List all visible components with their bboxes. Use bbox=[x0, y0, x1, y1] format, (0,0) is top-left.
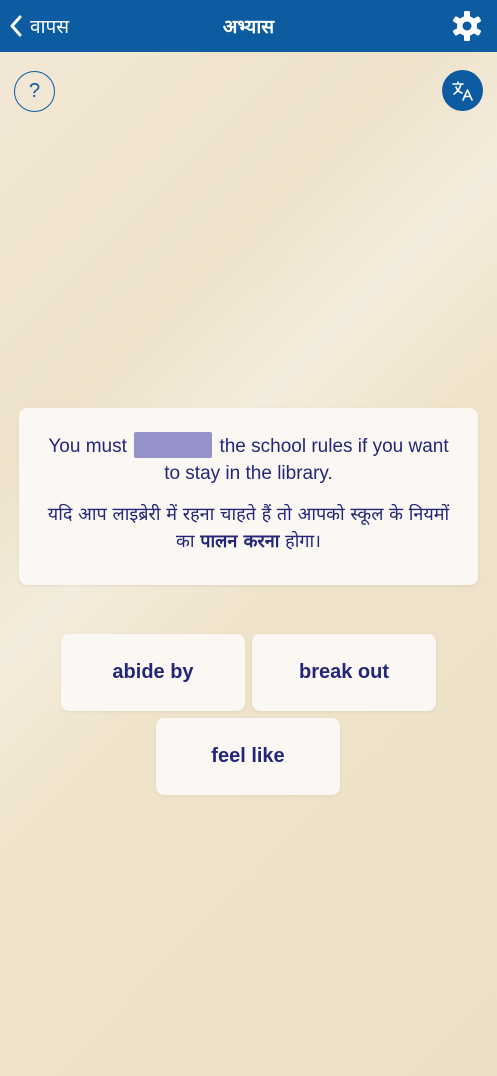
gear-icon[interactable] bbox=[451, 10, 483, 42]
top-bar: वापस अभ्यास bbox=[0, 0, 497, 52]
question-mark-icon: ? bbox=[28, 80, 41, 102]
translate-icon bbox=[451, 80, 473, 101]
english-sentence: You must the school rules if you want to… bbox=[39, 432, 458, 487]
hindi-translation: यदि आप लाइब्रेरी में रहना चाहते हैं तो आ… bbox=[39, 501, 458, 555]
help-button[interactable]: ? bbox=[14, 71, 55, 112]
translate-button[interactable] bbox=[442, 70, 483, 111]
hindi-after: होगा। bbox=[285, 531, 321, 552]
option-feel-like[interactable]: feel like bbox=[156, 718, 340, 795]
option-break-out[interactable]: break out bbox=[252, 634, 436, 711]
page-title: अभ्यास bbox=[222, 16, 275, 38]
option-abide-by[interactable]: abide by bbox=[61, 634, 245, 711]
answer-blank bbox=[134, 432, 213, 458]
hindi-highlight: पालन करना bbox=[200, 531, 280, 552]
sentence-before: You must bbox=[48, 436, 127, 457]
exercise-card: You must the school rules if you want to… bbox=[19, 408, 478, 585]
